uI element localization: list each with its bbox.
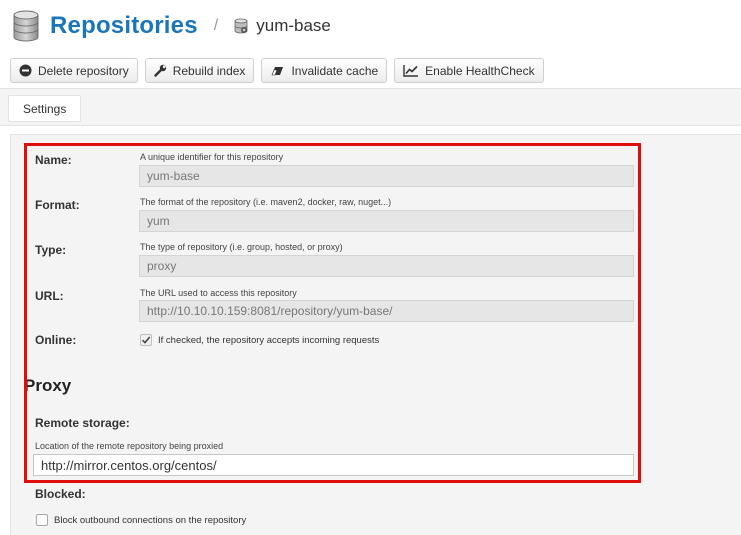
format-label: Format: (35, 198, 80, 212)
breadcrumb-current: yum-base (234, 16, 331, 36)
type-hint: The type of repository (i.e. group, host… (140, 242, 343, 252)
url-field: http://10.10.10.159:8081/repository/yum-… (139, 300, 634, 322)
type-field: proxy (139, 255, 634, 277)
wrench-icon (154, 64, 167, 77)
page-title[interactable]: Repositories (50, 12, 198, 40)
remote-storage-hint: Location of the remote repository being … (35, 441, 224, 451)
name-label: Name: (35, 153, 72, 167)
breadcrumb-repo-name: yum-base (256, 16, 331, 35)
tab-bar: Settings (0, 88, 741, 126)
blocked-label: Blocked: (35, 487, 86, 501)
eraser-icon (270, 65, 285, 77)
invalidate-cache-button[interactable]: Invalidate cache (261, 58, 388, 83)
enable-healthcheck-label: Enable HealthCheck (425, 63, 535, 78)
remote-storage-label: Remote storage: (35, 416, 130, 430)
delete-repository-button[interactable]: Delete repository (10, 58, 138, 83)
line-chart-icon (403, 64, 419, 77)
toolbar: Delete repository Rebuild index Invalida… (10, 58, 544, 83)
minus-circle-icon (19, 64, 32, 77)
blocked-checkbox[interactable] (36, 514, 48, 526)
format-field: yum (139, 210, 634, 232)
database-icon (234, 18, 250, 34)
proxy-section-title: Proxy (24, 376, 72, 395)
url-label: URL: (35, 289, 64, 303)
tab-settings[interactable]: Settings (8, 95, 82, 122)
online-label: Online: (35, 333, 77, 347)
online-checkbox[interactable] (140, 334, 152, 346)
repository-page: Repositories / yum-base Delete repositor… (0, 0, 741, 535)
type-label: Type: (35, 243, 67, 257)
online-checkbox-row: If checked, the repository accepts incom… (140, 334, 379, 346)
blocked-checkbox-text: Block outbound connections on the reposi… (54, 514, 247, 526)
database-icon (12, 10, 40, 42)
online-checkbox-text: If checked, the repository accepts incom… (158, 334, 380, 346)
format-hint: The format of the repository (i.e. maven… (140, 197, 392, 207)
rebuild-index-button[interactable]: Rebuild index (144, 58, 255, 83)
remote-storage-input[interactable]: http://mirror.centos.org/centos/ (33, 454, 634, 476)
blocked-checkbox-row: Block outbound connections on the reposi… (36, 514, 246, 526)
enable-healthcheck-button[interactable]: Enable HealthCheck (394, 58, 544, 83)
invalidate-cache-label: Invalidate cache (291, 63, 379, 78)
breadcrumb: Repositories / yum-base (12, 8, 331, 44)
breadcrumb-separator: / (213, 17, 219, 34)
delete-repository-label: Delete repository (38, 63, 129, 78)
name-hint: A unique identifier for this repository (140, 152, 284, 162)
rebuild-index-label: Rebuild index (172, 63, 246, 78)
url-hint: The URL used to access this repository (140, 288, 297, 298)
checkmark-icon (141, 336, 151, 344)
name-field: yum-base (139, 165, 634, 187)
